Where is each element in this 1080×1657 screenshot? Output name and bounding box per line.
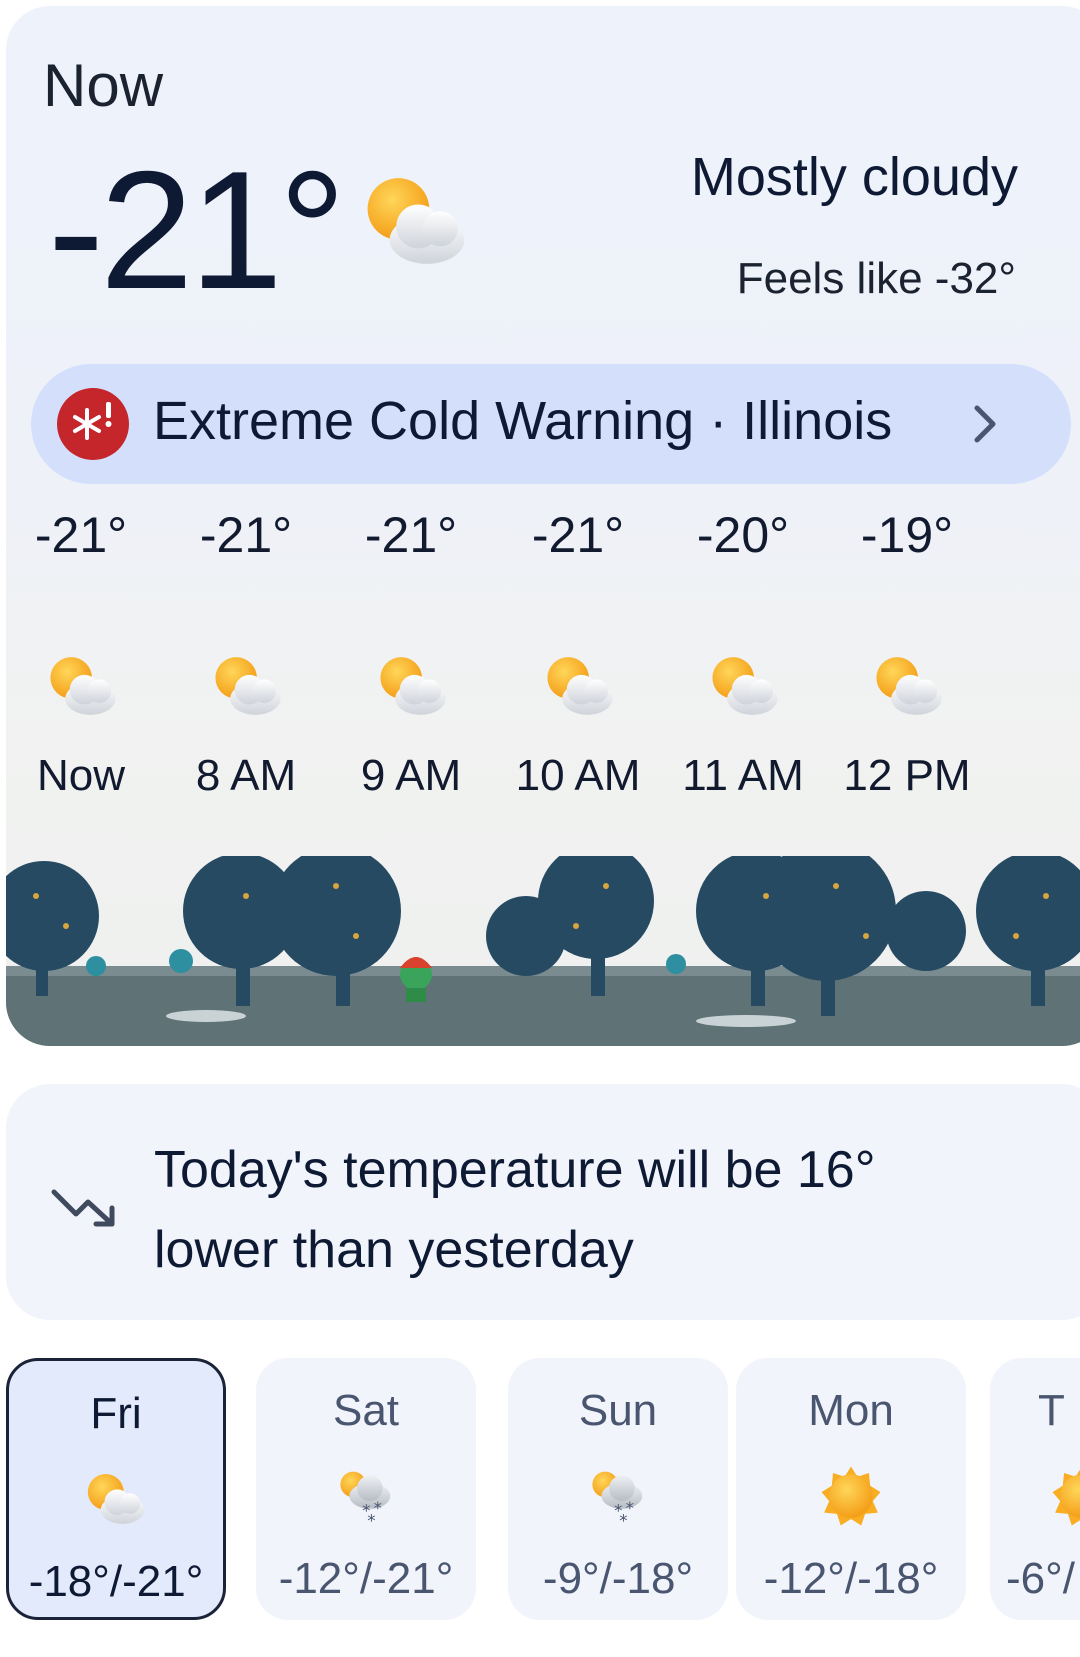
hourly-temp: -21° — [199, 507, 293, 563]
hourly-temp: -19° — [860, 507, 954, 563]
day-name: Mon — [808, 1386, 894, 1435]
mostly-cloudy-icon — [211, 651, 285, 721]
sunny-icon — [819, 1464, 883, 1528]
alert-text: Extreme Cold Warning · Illinois — [153, 391, 893, 451]
hourly-temp: -21° — [364, 507, 458, 563]
partly-cloudy-icon — [543, 651, 617, 721]
daily-forecast-sun[interactable]: Sun -9°/-18° — [508, 1358, 728, 1620]
partly-cloudy-icon — [872, 651, 946, 721]
hourly-label: 8 AM — [195, 751, 297, 800]
day-name: Fri — [90, 1389, 142, 1438]
hourly-label: 9 AM — [360, 751, 462, 800]
hourly-label: 11 AM — [682, 751, 804, 800]
trending-down-icon — [51, 1189, 115, 1227]
day-name: T — [1038, 1386, 1065, 1435]
daily-forecast-sat[interactable]: Sat -12°/-21° — [256, 1358, 476, 1620]
day-range: -18°/-21° — [28, 1557, 204, 1606]
current-conditions-card[interactable]: Now -21° Mostly cloudy Feels like -32° E… — [6, 6, 1080, 1046]
hourly-temp: -21° — [34, 507, 128, 563]
day-range: -12°/-21° — [278, 1554, 454, 1603]
mostly-cloudy-icon — [376, 651, 450, 721]
hourly-label: Now — [36, 751, 126, 800]
mostly-cloudy-icon — [46, 651, 120, 721]
partly-cloudy-icon — [708, 651, 782, 721]
snow-showers-icon — [586, 1464, 650, 1528]
hourly-temp: -20° — [696, 507, 790, 563]
hourly-temp: -21° — [531, 507, 625, 563]
current-temperature: -21° — [48, 136, 346, 324]
daily-forecast-partial[interactable]: T -6°/ — [990, 1358, 1080, 1620]
hourly-label: 10 AM — [515, 751, 641, 800]
weather-alert-banner[interactable]: Extreme Cold Warning · Illinois — [31, 364, 1071, 484]
hourly-label: 12 PM — [843, 751, 971, 800]
sunny-icon — [1050, 1464, 1080, 1528]
day-range: -12°/-18° — [763, 1554, 939, 1603]
day-name: Sat — [332, 1386, 400, 1435]
daily-forecast-fri[interactable]: Fri -18°/-21° — [6, 1358, 226, 1620]
day-range: -6°/ — [1006, 1554, 1075, 1603]
mostly-cloudy-icon — [84, 1467, 148, 1531]
trend-text: Today's temperature will be 16° lower th… — [154, 1141, 876, 1279]
day-name: Sun — [578, 1386, 658, 1435]
chevron-right-icon — [974, 405, 996, 443]
cold-warning-icon — [57, 388, 129, 460]
mostly-cloudy-icon — [361, 166, 471, 276]
current-label: Now — [43, 52, 164, 119]
snow-showers-icon — [334, 1464, 398, 1528]
temperature-trend-card[interactable]: Today's temperature will be 16° lower th… — [6, 1084, 1080, 1320]
current-condition: Mostly cloudy — [690, 147, 1018, 207]
day-range: -9°/-18° — [542, 1554, 694, 1603]
feels-like: Feels like -32° — [736, 254, 1016, 303]
daily-forecast-mon[interactable]: Mon -12°/-18° — [736, 1358, 966, 1620]
scenery-illustration — [6, 856, 1080, 1046]
